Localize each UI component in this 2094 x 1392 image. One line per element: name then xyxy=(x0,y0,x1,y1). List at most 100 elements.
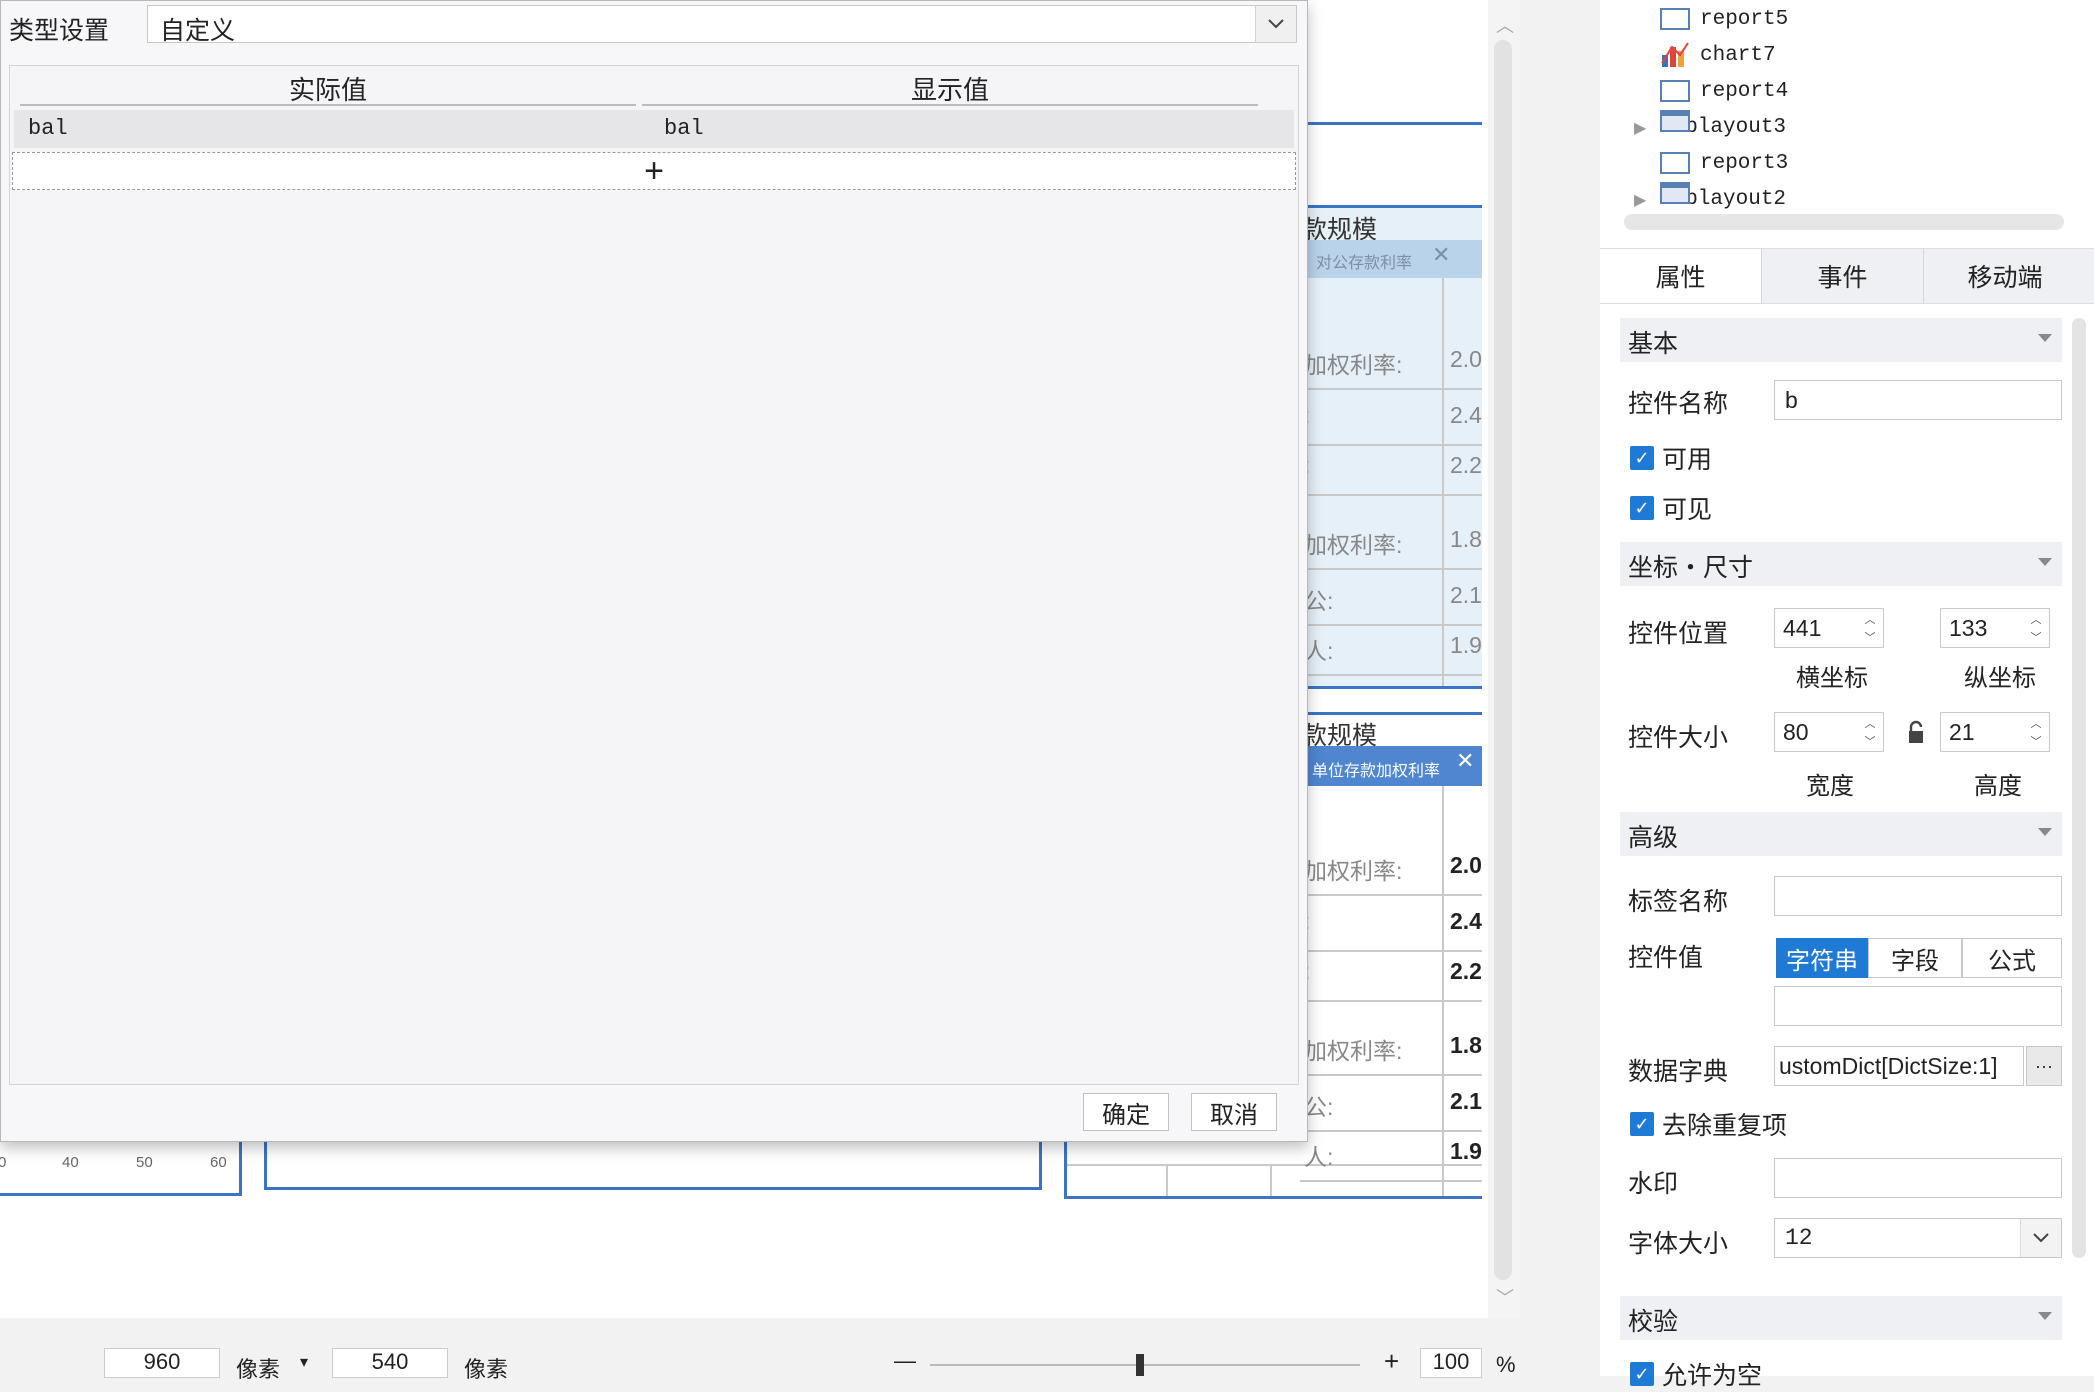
chart-widget[interactable]: 0 40 50 60 xyxy=(0,1140,242,1196)
panel-scroll-thumb[interactable] xyxy=(2072,318,2086,1258)
chip-bar-bottom: 单位存款加权利率 ✕ xyxy=(1300,746,1482,786)
canvas-row-value: 2.1 xyxy=(1450,1088,1482,1114)
zoom-input[interactable]: 100 xyxy=(1420,1348,1482,1378)
spin-down-icon[interactable]: ﹀ xyxy=(1865,733,1876,749)
canvas-row-label: 加权利率: xyxy=(1304,1038,1403,1064)
value-mode-field[interactable]: 字段 xyxy=(1868,938,1962,978)
tree-item-report4[interactable]: report4 xyxy=(1660,74,1788,108)
canvas-border xyxy=(1064,1196,1482,1199)
tree-item-tablayout3[interactable]: tablayout3 xyxy=(1660,110,1786,144)
chip-label: 对公存款利率 xyxy=(1316,255,1413,272)
tablayout-icon xyxy=(1660,110,1690,132)
tree-item-report3[interactable]: report3 xyxy=(1660,146,1788,180)
tab-events[interactable]: 事件 xyxy=(1762,249,1924,303)
section-coord[interactable]: 坐标・尺寸 xyxy=(1620,542,2062,586)
lock-icon[interactable] xyxy=(1906,720,1930,748)
cell-divider xyxy=(1442,278,1444,688)
value-mode-formula[interactable]: 公式 xyxy=(1962,938,2062,978)
canvas-row-label: 加权利率: xyxy=(1304,858,1403,884)
ok-button[interactable]: 确定 xyxy=(1083,1093,1169,1131)
x-caption: 横坐标 xyxy=(1796,665,1868,692)
x-spinner[interactable]: 441 ︿ ﹀ xyxy=(1774,608,1884,648)
type-select[interactable]: 自定义 xyxy=(147,5,1297,45)
cell-actual[interactable]: bal xyxy=(28,116,68,141)
cell-display[interactable]: bal xyxy=(664,116,704,141)
canvas-row-divider xyxy=(1300,1130,1482,1132)
chip-close-icon[interactable]: ✕ xyxy=(1432,242,1450,268)
font-size-select[interactable]: 12 xyxy=(1774,1218,2062,1258)
add-row-button[interactable]: + xyxy=(12,152,1296,190)
tree-item-label: chart7 xyxy=(1700,43,1776,67)
chevron-down-icon[interactable] xyxy=(2020,1219,2061,1257)
report-icon xyxy=(1660,152,1690,174)
height-spinner[interactable]: 21 ︿ ﹀ xyxy=(1940,712,2050,752)
scroll-up-icon[interactable]: ︿ xyxy=(1496,12,1514,38)
chip-close-icon[interactable]: ✕ xyxy=(1456,748,1474,774)
expand-arrow-icon[interactable]: ▶ xyxy=(1634,190,1646,210)
width-spinner[interactable]: 80 ︿ ﹀ xyxy=(1774,712,1884,752)
scroll-thumb[interactable] xyxy=(1494,40,1512,1280)
zoom-slider-handle[interactable] xyxy=(1136,1354,1144,1376)
tab-properties[interactable]: 属性 xyxy=(1600,249,1762,303)
expand-arrow-icon[interactable]: ▶ xyxy=(1634,118,1646,138)
y-value: 133 xyxy=(1949,615,1988,641)
table-row[interactable]: bal bal xyxy=(14,110,1294,148)
data-dict-label: 数据字典 xyxy=(1628,1058,1729,1086)
dedupe-checkbox[interactable]: ✓ 去除重复项 xyxy=(1630,1106,1787,1142)
canvas-row-divider xyxy=(1300,1180,1482,1182)
allow-empty-checkbox[interactable]: ✓ 允许为空 xyxy=(1630,1356,1762,1392)
value-mode-string[interactable]: 字符串 xyxy=(1776,938,1868,978)
cancel-button[interactable]: 取消 xyxy=(1191,1093,1277,1131)
widget-value-label: 控件值 xyxy=(1628,944,1704,972)
check-icon: ✓ xyxy=(1630,1112,1654,1136)
section-basic[interactable]: 基本 xyxy=(1620,318,2062,362)
canvas-border xyxy=(1300,205,1482,208)
column-header-display[interactable]: 显示值 xyxy=(642,70,1258,107)
chevron-down-icon[interactable] xyxy=(1255,6,1296,42)
status-bar: 960 像素 ▾ 540 像素 — + 100 % xyxy=(0,1318,1520,1382)
column-header-actual[interactable]: 实际值 xyxy=(20,70,636,107)
panel-tabs: 属性 事件 移动端 xyxy=(1600,248,2094,304)
tree-item-report5[interactable]: report5 xyxy=(1660,2,1788,36)
spin-down-icon[interactable]: ﹀ xyxy=(1865,629,1876,645)
chevron-down-icon[interactable]: ▾ xyxy=(300,1352,308,1372)
tag-name-input[interactable] xyxy=(1774,876,2062,916)
spin-down-icon[interactable]: ﹀ xyxy=(2031,629,2042,645)
tree-hscroll[interactable] xyxy=(1624,214,2064,230)
caret-down-icon xyxy=(2038,828,2052,836)
check-icon: ✓ xyxy=(1630,446,1654,470)
zoom-in-icon[interactable]: + xyxy=(1384,1346,1399,1377)
section-title: 基本 xyxy=(1628,330,1679,358)
spin-up-icon[interactable]: ︿ xyxy=(1865,715,1876,731)
widget-name-input[interactable]: b xyxy=(1774,380,2062,420)
more-icon[interactable]: ··· xyxy=(2026,1046,2062,1086)
cell-divider xyxy=(1442,786,1444,1196)
enabled-label: 可用 xyxy=(1662,446,1713,474)
spin-down-icon[interactable]: ﹀ xyxy=(2031,733,2042,749)
widget-value-input[interactable] xyxy=(1774,986,2062,1026)
enabled-checkbox[interactable]: ✓ 可用 xyxy=(1630,440,1712,476)
dedupe-label: 去除重复项 xyxy=(1662,1112,1788,1140)
caret-down-icon xyxy=(2038,1312,2052,1320)
spin-up-icon[interactable]: ︿ xyxy=(2031,611,2042,627)
y-spinner[interactable]: 133 ︿ ﹀ xyxy=(1940,608,2050,648)
report-widget[interactable] xyxy=(264,1140,1042,1190)
tab-mobile[interactable]: 移动端 xyxy=(1924,249,2086,303)
canvas-row-divider xyxy=(1300,1074,1482,1076)
canvas-width-input[interactable]: 960 xyxy=(104,1348,220,1378)
watermark-input[interactable] xyxy=(1774,1158,2062,1198)
tree-item-tablayout2[interactable]: tablayout2 xyxy=(1660,182,1786,216)
tree-item-chart7[interactable]: chart7 xyxy=(1660,38,1776,72)
report-icon xyxy=(1660,8,1690,30)
spin-up-icon[interactable]: ︿ xyxy=(1865,611,1876,627)
scroll-down-icon[interactable]: ﹀ xyxy=(1496,1284,1514,1310)
zoom-out-icon[interactable]: — xyxy=(894,1348,916,1374)
spin-up-icon[interactable]: ︿ xyxy=(2031,715,2042,731)
data-dict-input[interactable]: ustomDict[DictSize:1] xyxy=(1774,1046,2024,1086)
section-advanced[interactable]: 高级 xyxy=(1620,812,2062,856)
canvas-vscroll[interactable]: ︿ ﹀ xyxy=(1488,0,1520,1318)
zoom-slider[interactable] xyxy=(930,1364,1360,1366)
visible-checkbox[interactable]: ✓ 可见 xyxy=(1630,490,1712,526)
canvas-height-input[interactable]: 540 xyxy=(332,1348,448,1378)
section-validate[interactable]: 校验 xyxy=(1620,1296,2062,1340)
